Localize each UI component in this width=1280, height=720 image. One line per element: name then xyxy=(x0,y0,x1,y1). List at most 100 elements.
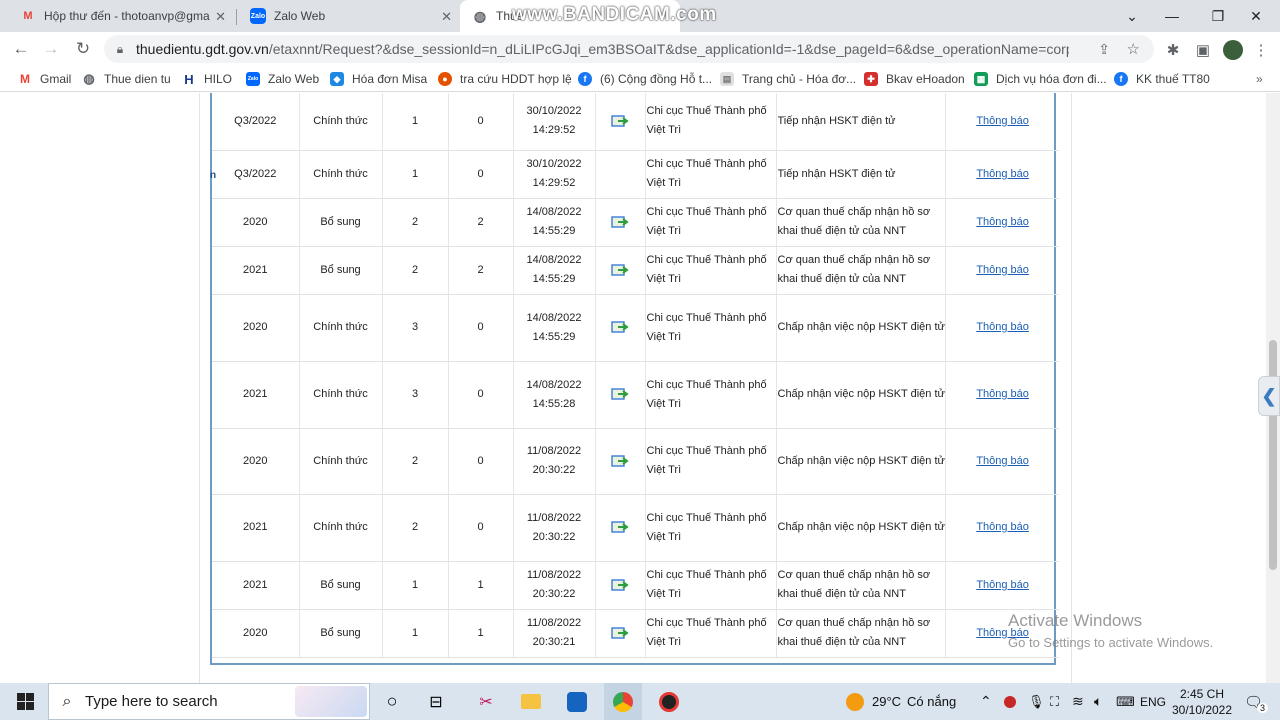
bookmark-cong-dong[interactable]: f (6) Cộng đồng Hỗ t... xyxy=(578,70,712,88)
attachment-cell xyxy=(595,428,646,495)
bookmark-trang-chu[interactable]: ▤ Trang chủ - Hóa đơ... xyxy=(720,70,856,88)
clock-time: 2:45 CH xyxy=(1179,686,1225,701)
windows-start-icon[interactable] xyxy=(6,683,44,720)
volume-icon[interactable]: 🔈︎ xyxy=(1094,683,1102,720)
notice-link[interactable]: Thông báo xyxy=(976,521,1029,533)
type-cell: Chính thức xyxy=(299,428,383,495)
show-hidden-icons-icon[interactable]: ⌃ xyxy=(980,683,992,720)
office-cell: Chi cục Thuế Thành phố Việt Trì xyxy=(645,428,777,495)
bookmark-misa[interactable]: ◆ Hóa đơn Misa xyxy=(330,70,427,88)
period-cell: Q3/2022 xyxy=(212,93,300,151)
notice-link[interactable]: Thông báo xyxy=(976,264,1029,276)
bookmark-hilo[interactable]: H HILO xyxy=(182,70,232,88)
task-view-icon[interactable]: ⊟ xyxy=(420,683,452,720)
notification-icon[interactable]: 🗨︎ 3 xyxy=(1244,683,1269,720)
menu-icon[interactable]: ⋮ xyxy=(1250,39,1272,61)
open-document-icon[interactable] xyxy=(611,387,629,401)
reload-icon[interactable]: ↻ xyxy=(70,37,96,61)
tab-zalo[interactable]: Zalo Zalo Web ✕ xyxy=(238,0,460,32)
cortana-icon[interactable]: ○ xyxy=(376,683,408,720)
count1-cell: 1 xyxy=(382,93,449,151)
table-row: Q3/2022 Chính thức 1 0 30/10/2022 14:29:52 Chi… xyxy=(212,93,1060,151)
attachment-cell xyxy=(595,494,646,562)
forward-icon[interactable]: → xyxy=(38,37,64,61)
close-window-icon[interactable]: ✕ xyxy=(1236,0,1276,32)
address-bar[interactable]: 🔒︎ thuedientu.gdt.gov.vn/etaxnnt/Request… xyxy=(104,35,1154,63)
language-indicator[interactable]: ENG xyxy=(1140,683,1166,720)
notice-link[interactable]: Thông báo xyxy=(976,321,1029,333)
share-icon[interactable]: ⇪ xyxy=(1098,41,1110,58)
notice-link[interactable]: Thông báo xyxy=(976,115,1029,127)
microphone-icon[interactable]: 🎙︎ xyxy=(1028,683,1045,720)
lock-icon[interactable]: 🔒︎ xyxy=(104,42,136,57)
open-document-icon[interactable] xyxy=(611,626,629,640)
minimize-icon[interactable]: — xyxy=(1152,0,1192,32)
notice-cell: Thông báo xyxy=(945,561,1060,610)
notice-link[interactable]: Thông báo xyxy=(976,216,1029,228)
sun-icon xyxy=(846,692,864,711)
notice-link[interactable]: Thông báo xyxy=(976,579,1029,591)
snipping-tool-icon[interactable]: ✂ xyxy=(470,683,502,720)
side-panel-icon[interactable]: ▣ xyxy=(1192,39,1214,61)
bookmark-zalo[interactable]: Zalo Zalo Web xyxy=(246,70,319,88)
office-cell: Chi cục Thuế Thành phố Việt Trì xyxy=(645,609,777,658)
close-icon[interactable]: ✕ xyxy=(215,9,226,25)
open-document-icon[interactable] xyxy=(611,114,629,128)
bookmark-gmail[interactable]: M Gmail xyxy=(18,70,71,88)
tab-search-icon[interactable]: ⌄ xyxy=(1112,0,1152,32)
bandicam-icon[interactable] xyxy=(650,683,688,720)
record-icon[interactable] xyxy=(1004,683,1016,720)
wifi-icon[interactable]: ≋ xyxy=(1072,683,1084,720)
status-cell: Cơ quan thuế chấp nhận hồ sơ khai thuế đi… xyxy=(776,609,946,658)
weather-temp: 29°C xyxy=(872,694,902,709)
chrome-icon[interactable] xyxy=(604,683,642,720)
open-document-icon[interactable] xyxy=(611,454,629,468)
collapse-panel-icon[interactable]: ❮ xyxy=(1258,376,1280,416)
notice-link[interactable]: Thông báo xyxy=(976,388,1029,400)
file-explorer-icon[interactable] xyxy=(514,683,548,720)
attachment-cell xyxy=(595,361,646,429)
open-document-icon[interactable] xyxy=(611,578,629,592)
activate-windows-notice: Activate Windows Go to Settings to activ… xyxy=(1008,611,1213,650)
teamviewer-icon[interactable] xyxy=(560,683,594,720)
weather-widget[interactable]: 29°C Có nắng xyxy=(846,683,956,720)
bookmarks-bar: M Gmail ◍ Thue dien tu H HILO Zalo Zalo Web … xyxy=(0,66,1280,92)
bookmark-dich-vu[interactable]: ▦ Dịch vụ hóa đơn đi... xyxy=(974,70,1107,88)
network-icon[interactable]: ⛶ xyxy=(1050,683,1059,720)
close-icon[interactable]: ✕ xyxy=(441,9,452,25)
scrollbar-thumb[interactable] xyxy=(1269,340,1277,570)
bookmark-kk-thue[interactable]: f KK thuế TT80 xyxy=(1114,70,1210,88)
clock[interactable]: 2:45 CH 30/10/2022 xyxy=(1172,683,1232,720)
notice-cell: Thông báo xyxy=(945,246,1060,295)
globe-icon: ◍ xyxy=(473,7,487,24)
restore-icon[interactable]: ❐ xyxy=(1198,0,1238,32)
open-document-icon[interactable] xyxy=(611,320,629,334)
globe-icon: ◍ xyxy=(83,71,95,86)
office-cell: Chi cục Thuế Thành phố Việt Trì xyxy=(645,294,777,362)
unikey-icon[interactable]: ⌨ xyxy=(1116,683,1135,720)
bookmark-tra-cuu[interactable]: ● tra cứu HDDT hợp lệ xyxy=(438,70,572,88)
datetime-cell: 14/08/2022 14:55:29 xyxy=(513,246,596,295)
open-document-icon[interactable] xyxy=(611,263,629,277)
panel-border xyxy=(1071,93,1072,683)
star-icon[interactable]: ☆ xyxy=(1127,40,1140,58)
notice-link[interactable]: Thông báo xyxy=(976,168,1029,180)
bookmark-thue-dien-tu[interactable]: ◍ Thue dien tu xyxy=(82,70,170,88)
notice-link[interactable]: Thông báo xyxy=(976,455,1029,467)
activate-subtitle: Go to Settings to activate Windows. xyxy=(1008,635,1214,650)
taskbar-search[interactable]: ⌕ Type here to search xyxy=(48,683,370,720)
bookmark-bkav[interactable]: ✚ Bkav eHoadon xyxy=(864,70,965,88)
period-cell: 2021 xyxy=(212,494,300,562)
page-viewport: n Q3/2022 Chính thức 1 0 30/10/2022 14:29:52 C… xyxy=(0,93,1280,683)
profile-avatar[interactable] xyxy=(1222,39,1244,61)
count1-cell: 2 xyxy=(382,494,449,562)
open-document-icon[interactable] xyxy=(611,520,629,534)
status-cell: Tiếp nhận HSKT điện tử xyxy=(776,150,946,199)
back-icon[interactable]: ← xyxy=(8,37,34,61)
extensions-icon[interactable]: ✱ xyxy=(1162,39,1184,61)
tab-gmail[interactable]: M Hộp thư đến - thotoanvp@gmail ✕ xyxy=(8,0,234,32)
open-document-icon[interactable] xyxy=(611,215,629,229)
more-bookmarks-icon[interactable]: » xyxy=(1256,70,1263,88)
count2-cell: 0 xyxy=(448,494,514,562)
status-cell: Cơ quan thuế chấp nhận hồ sơ khai thuế đi… xyxy=(776,561,946,610)
